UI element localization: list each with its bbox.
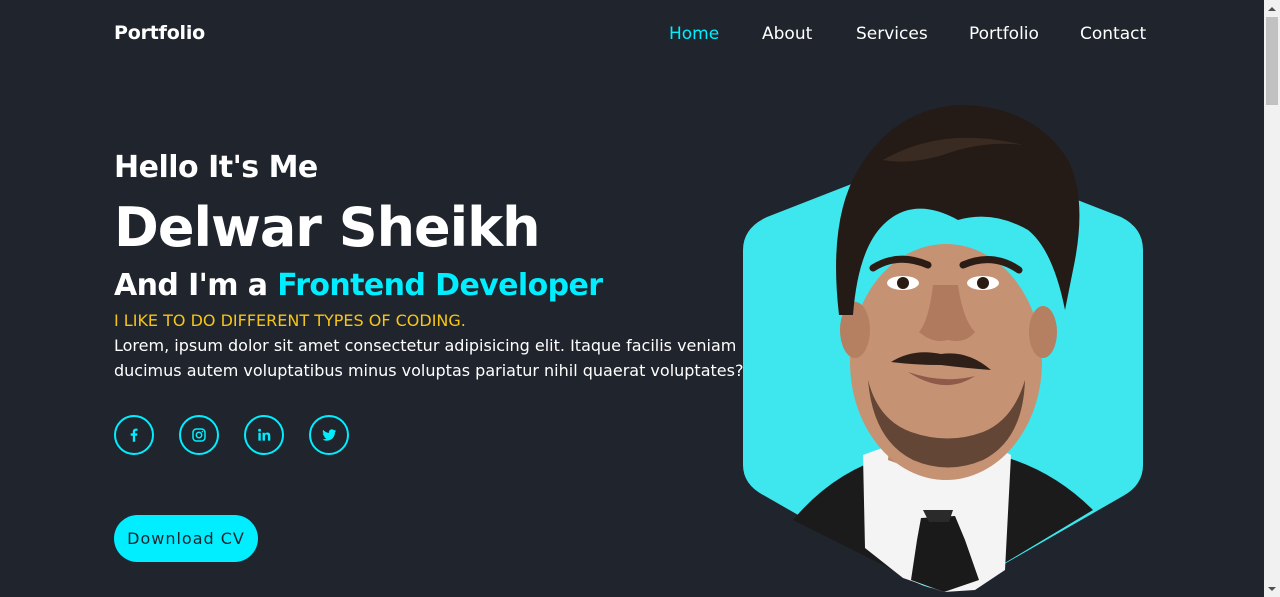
linkedin-link[interactable] [244,415,284,455]
main-nav: Home About Services Portfolio Contact [0,24,1264,48]
twitter-icon [322,429,337,441]
role-heading: And I'm a Frontend Developer [114,264,744,308]
profile-photo [743,100,1145,597]
tagline: I LIKE TO DO DIFFERENT TYPES OF CODING. [114,311,466,330]
greeting: Hello It's Me [114,150,318,185]
instagram-link[interactable] [179,415,219,455]
hero-name: Delwar Sheikh [114,196,541,259]
social-links [114,415,744,455]
page-scrollbar[interactable] [1264,0,1280,597]
scroll-up-arrow-icon[interactable] [1264,0,1280,17]
profile-illustration [743,105,1143,592]
nav-contact[interactable]: Contact [1080,24,1146,44]
instagram-icon [192,428,206,442]
description: Lorem, ipsum dolor sit amet consectetur … [114,336,744,380]
nav-services[interactable]: Services [856,24,928,44]
home-content: Hello It's Me Delwar Sheikh And I'm a Fr… [114,150,744,562]
role-title: Frontend Developer [277,268,603,303]
nav-home[interactable]: Home [669,24,719,44]
site-header: Portfolio Home About Services Portfolio … [0,0,1264,70]
facebook-link[interactable] [114,415,154,455]
facebook-icon [130,428,138,442]
scroll-thumb[interactable] [1266,17,1278,105]
role-prefix: And I'm a [114,268,278,303]
nav-portfolio[interactable]: Portfolio [969,24,1039,44]
download-cv-button[interactable]: Download CV [114,515,258,562]
twitter-link[interactable] [309,415,349,455]
scroll-down-arrow-icon[interactable] [1264,580,1280,597]
nav-about[interactable]: About [762,24,812,44]
linkedin-icon [258,428,271,441]
